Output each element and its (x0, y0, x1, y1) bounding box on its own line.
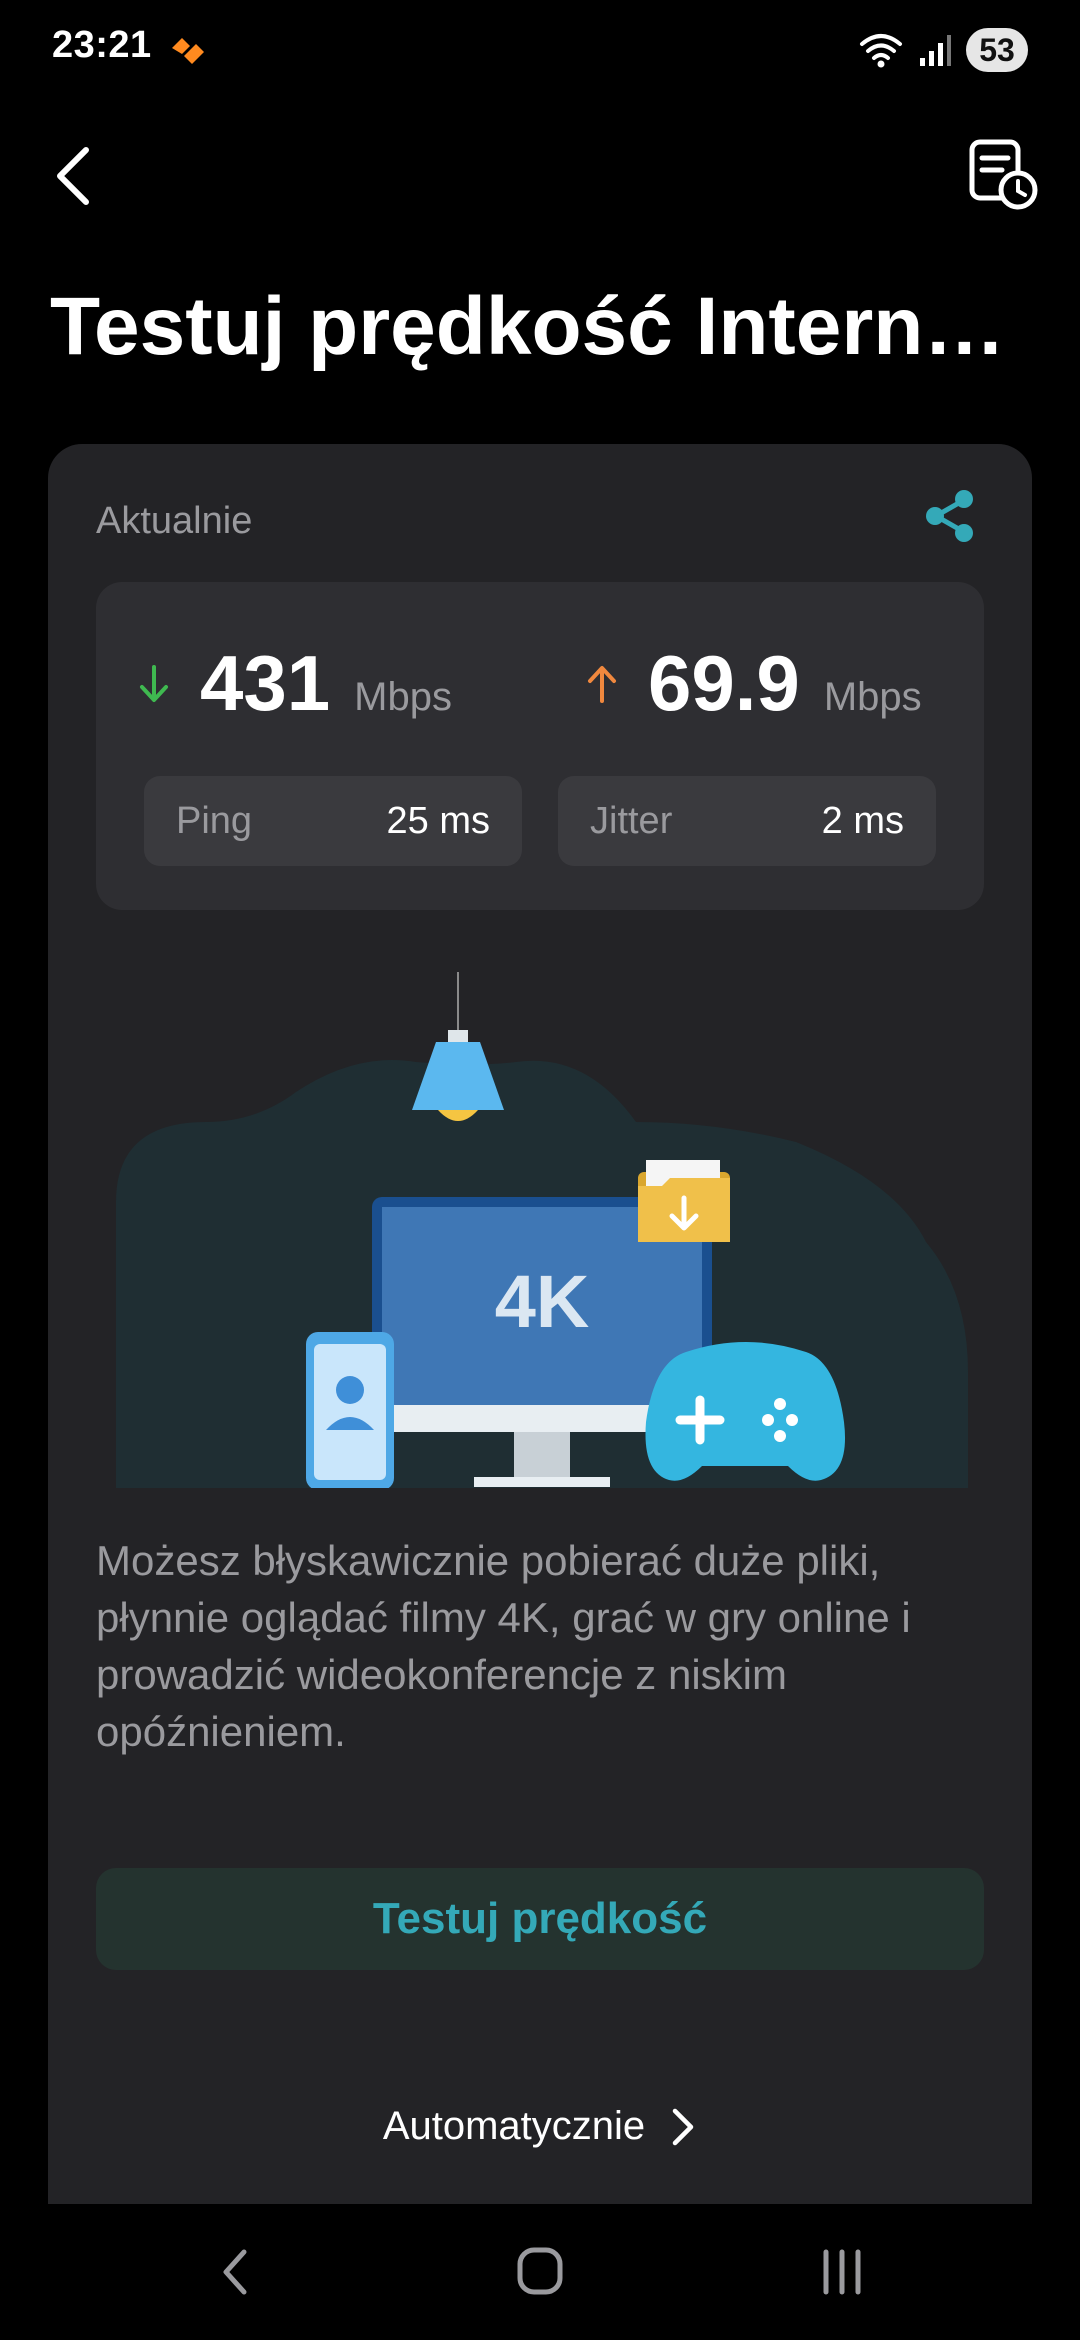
lamp-cap (448, 1030, 468, 1042)
nav-home-icon[interactable] (500, 2242, 580, 2302)
app-notification-icon (172, 38, 204, 64)
phone-avatar-head (336, 1376, 364, 1404)
wifi-icon (860, 34, 902, 68)
download-value: 431 (200, 639, 331, 727)
nav-recent-apps-icon[interactable] (802, 2242, 882, 2302)
gamepad-button-top (774, 1398, 786, 1410)
monitor-4k-label: 4K (495, 1260, 590, 1343)
results-box: 431 Mbps 69.9 Mbps Ping 25 ms Jitter 2 m… (96, 582, 984, 910)
status-icons: 53 (858, 24, 1028, 76)
test-speed-button[interactable]: Testuj prędkość (96, 1868, 984, 1970)
description-text: Możesz błyskawicznie pobierać duże pliki… (96, 1537, 911, 1755)
automatic-label: Automatycznie (382, 2104, 646, 2148)
nav-back-icon[interactable] (198, 2242, 278, 2302)
gamepad-button-right (786, 1414, 798, 1426)
upload-value: 69.9 (648, 639, 800, 727)
ping-label: Ping (176, 799, 253, 842)
ping-value: 25 ms (386, 799, 490, 842)
monitor-base (474, 1477, 610, 1487)
speed-illustration: 4K (116, 972, 968, 1902)
gamepad-icon (645, 1342, 846, 1481)
download-speed: 431 Mbps (136, 638, 452, 729)
automatic-link[interactable]: Automatycznie (48, 2104, 1032, 2149)
status-time: 23:21 (52, 24, 152, 66)
download-unit: Mbps (354, 675, 452, 719)
monitor-neck (514, 1432, 570, 1482)
gamepad-button-left (762, 1414, 774, 1426)
ping-metric: Ping 25 ms (144, 776, 522, 866)
battery-icon: 53 (966, 28, 1028, 72)
upload-unit: Mbps (823, 675, 922, 719)
back-button[interactable] (44, 136, 104, 216)
navigation-bar (0, 2204, 1080, 2340)
jitter-metric: Jitter 2 ms (558, 776, 936, 866)
gamepad-button-bottom (774, 1430, 786, 1442)
signal-icon (920, 35, 951, 66)
upload-speed: 69.9 Mbps (584, 638, 922, 729)
upload-arrow-icon (588, 665, 616, 703)
share-icon[interactable] (920, 486, 980, 546)
phone-screen (314, 1344, 386, 1480)
card-label: Aktualnie (96, 500, 253, 542)
lamp-shade (412, 1042, 504, 1110)
history-log-icon[interactable] (966, 138, 1040, 212)
download-arrow-icon (140, 664, 168, 702)
jitter-value: 2 ms (821, 799, 904, 842)
speed-card: Aktualnie 431 Mbps 69.9 Mbps Ping 25 ms (48, 444, 1032, 2204)
chevron-right-icon (672, 2108, 694, 2145)
jitter-label: Jitter (590, 799, 673, 842)
page-title: Testuj prędkość Internetu (50, 281, 1040, 372)
status-bar: 23:21 53 (0, 0, 1080, 100)
